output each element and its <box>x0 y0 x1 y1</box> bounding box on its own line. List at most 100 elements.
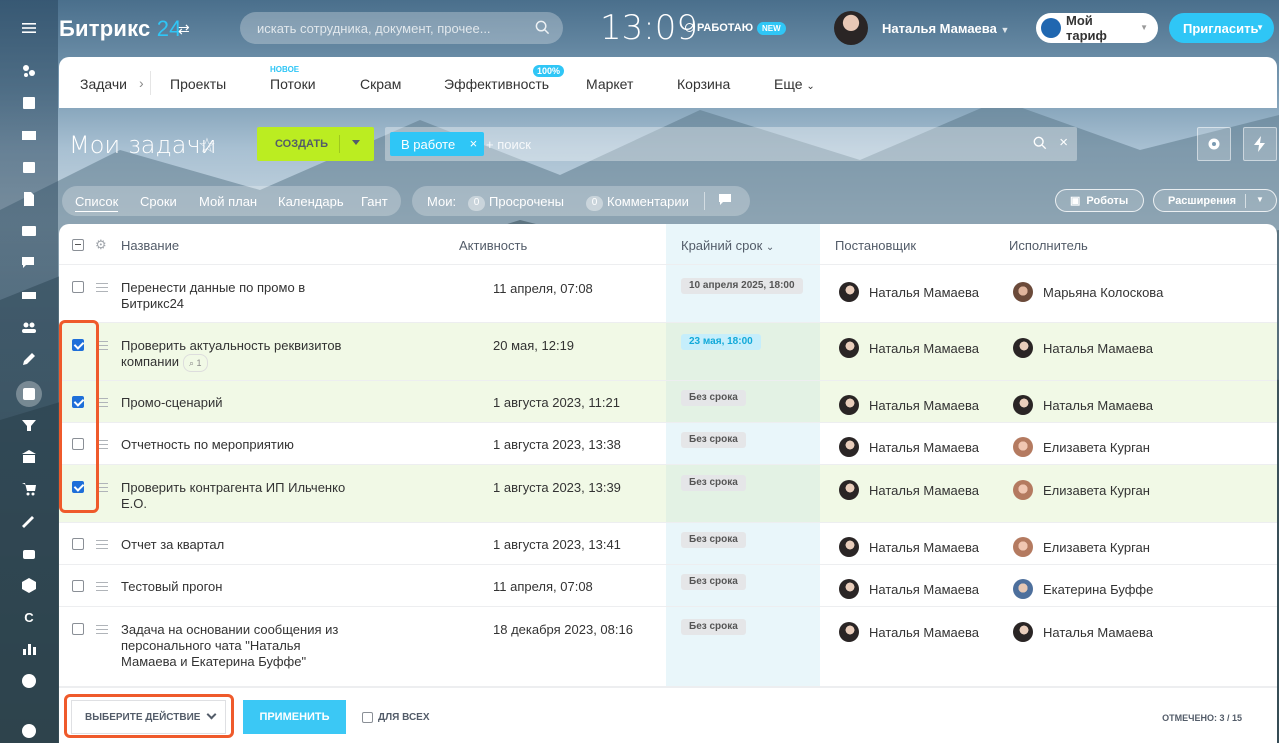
extensions-button[interactable]: Расширения ▼ <box>1153 189 1277 212</box>
close-icon[interactable]: × <box>470 136 478 151</box>
table-row[interactable]: Проверить актуальность реквизитов компан… <box>59 323 1277 381</box>
settings-button[interactable] <box>1197 127 1231 161</box>
task-title[interactable]: Задача на основании сообщения из персона… <box>121 622 351 670</box>
creator[interactable]: Наталья Мамаева <box>839 395 979 415</box>
task-title[interactable]: Тестовый прогон <box>121 579 351 595</box>
creator[interactable]: Наталья Мамаева <box>839 622 979 642</box>
nav-efficiency[interactable]: Эффективность <box>444 76 549 92</box>
work-status[interactable]: РАБОТАЮ <box>685 22 753 34</box>
task-title[interactable]: Отчетность по мероприятию <box>121 437 351 453</box>
analytics-icon[interactable] <box>19 639 39 659</box>
row-checkbox[interactable] <box>72 623 84 635</box>
more-icon[interactable] <box>19 671 39 691</box>
c-icon[interactable]: C <box>19 607 39 627</box>
chat-icon[interactable] <box>19 253 39 273</box>
deadline-badge[interactable]: 10 апреля 2025, 18:00 <box>681 278 803 294</box>
lightning-button[interactable] <box>1243 127 1277 161</box>
assignee[interactable]: Наталья Мамаева <box>1013 338 1153 358</box>
document-icon[interactable] <box>19 189 39 209</box>
switch-icon[interactable]: ⇄ <box>178 21 190 38</box>
box-icon[interactable] <box>19 575 39 595</box>
tab-my-plan[interactable]: Мой план <box>199 194 257 209</box>
filter-chip[interactable]: В работе × <box>390 132 485 156</box>
row-checkbox[interactable] <box>72 281 84 293</box>
deadline-badge[interactable]: Без срока <box>681 532 746 548</box>
avatar[interactable] <box>834 11 868 45</box>
deadline-badge[interactable]: Без срока <box>681 390 746 406</box>
tasks-icon[interactable] <box>16 381 42 407</box>
close-icon[interactable]: × <box>1059 134 1068 151</box>
creator[interactable]: Наталья Мамаева <box>839 480 979 500</box>
task-title[interactable]: Отчет за квартал <box>121 537 351 553</box>
drag-handle-icon[interactable] <box>96 341 108 350</box>
task-title[interactable]: Проверить контрагента ИП Ильченко Е.О. <box>121 480 351 512</box>
deadline-badge[interactable]: Без срока <box>681 475 746 491</box>
nav-flows[interactable]: Потоки <box>270 76 316 92</box>
drag-handle-icon[interactable] <box>96 483 108 492</box>
row-checkbox[interactable] <box>72 538 84 550</box>
assignee[interactable]: Елизавета Курган <box>1013 480 1150 500</box>
tab-deadlines[interactable]: Сроки <box>140 194 177 209</box>
creator[interactable]: Наталья Мамаева <box>839 338 979 358</box>
robot-icon[interactable] <box>19 543 39 563</box>
chevron-down-icon[interactable] <box>352 140 360 145</box>
action-select[interactable]: ВЫБЕРИТЕ ДЕЙСТВИЕ <box>71 700 226 734</box>
drag-handle-icon[interactable] <box>96 540 108 549</box>
task-title[interactable]: Промо-сценарий <box>121 395 351 411</box>
search-icon[interactable] <box>1033 136 1047 153</box>
nav-market[interactable]: Маркет <box>586 76 633 92</box>
column-deadline[interactable]: Крайний срок ⌄ <box>681 238 774 253</box>
invite-button[interactable]: Пригласить ▼ <box>1169 13 1274 43</box>
create-button[interactable]: СОЗДАТЬ <box>257 127 374 161</box>
deadline-badge[interactable]: 23 мая, 18:00 <box>681 334 761 350</box>
overdue-counter[interactable]: 0 Просрочены <box>468 194 564 211</box>
nav-projects[interactable]: Проекты <box>170 76 226 92</box>
filter-icon[interactable] <box>19 415 39 435</box>
task-title[interactable]: Проверить актуальность реквизитов компан… <box>121 338 351 372</box>
row-checkbox[interactable] <box>72 339 84 351</box>
drag-handle-icon[interactable] <box>96 440 108 449</box>
tab-list[interactable]: Список <box>75 194 119 212</box>
star-icon[interactable]: ☆ <box>198 133 216 158</box>
deadline-badge[interactable]: Без срока <box>681 432 746 448</box>
column-creator[interactable]: Постановщик <box>835 238 916 253</box>
gear-icon[interactable]: ⚙ <box>95 237 107 253</box>
tab-gantt[interactable]: Гант <box>361 194 388 209</box>
select-all-checkbox[interactable] <box>72 239 84 251</box>
search-input[interactable]: искать сотрудника, документ, прочее... <box>240 12 563 44</box>
deadline-badge[interactable]: Без срока <box>681 619 746 635</box>
assignee[interactable]: Елизавета Курган <box>1013 537 1150 557</box>
edit-icon[interactable] <box>19 349 39 369</box>
deadline-badge[interactable]: Без срока <box>681 574 746 590</box>
nav-tasks[interactable]: Задачи <box>80 76 127 92</box>
task-title[interactable]: Перенести данные по промо в Битрикс24 <box>121 280 351 312</box>
nav-trash[interactable]: Корзина <box>677 76 730 92</box>
inbox-icon[interactable] <box>19 285 39 305</box>
column-activity[interactable]: Активность <box>459 238 527 253</box>
table-row[interactable]: Проверить контрагента ИП Ильченко Е.О. 1 … <box>59 465 1277 523</box>
assignee[interactable]: Екатерина Буффе <box>1013 579 1153 599</box>
contacts-icon[interactable] <box>19 221 39 241</box>
table-row[interactable]: Перенести данные по промо в Битрикс24 11 … <box>59 266 1277 323</box>
table-row[interactable]: Тестовый прогон 11 апреля, 07:08 Без срока… <box>59 565 1277 607</box>
drag-handle-icon[interactable] <box>96 398 108 407</box>
table-row[interactable]: Задача на основании сообщения из персона… <box>59 607 1277 687</box>
column-name[interactable]: Название <box>121 238 179 253</box>
logo[interactable]: Битрикс 24 <box>59 16 182 42</box>
cart-icon[interactable] <box>19 479 39 499</box>
apply-button[interactable]: ПРИМЕНИТЬ <box>243 700 346 734</box>
assignee[interactable]: Наталья Мамаева <box>1013 395 1153 415</box>
row-checkbox[interactable] <box>72 438 84 450</box>
table-row[interactable]: Промо-сценарий 1 августа 2023, 11:21 Без с… <box>59 381 1277 423</box>
nav-more[interactable]: Еще ⌄ <box>774 76 815 92</box>
row-checkbox[interactable] <box>72 481 84 493</box>
creator[interactable]: Наталья Мамаева <box>839 579 979 599</box>
sign-icon[interactable] <box>19 511 39 531</box>
for-all-box[interactable] <box>362 712 373 723</box>
assignee[interactable]: Наталья Мамаева <box>1013 622 1153 642</box>
users-icon[interactable] <box>19 317 39 337</box>
menu-icon[interactable] <box>19 18 39 38</box>
row-checkbox[interactable] <box>72 396 84 408</box>
notes-icon[interactable] <box>19 93 39 113</box>
nav-scrum[interactable]: Скрам <box>360 76 401 92</box>
